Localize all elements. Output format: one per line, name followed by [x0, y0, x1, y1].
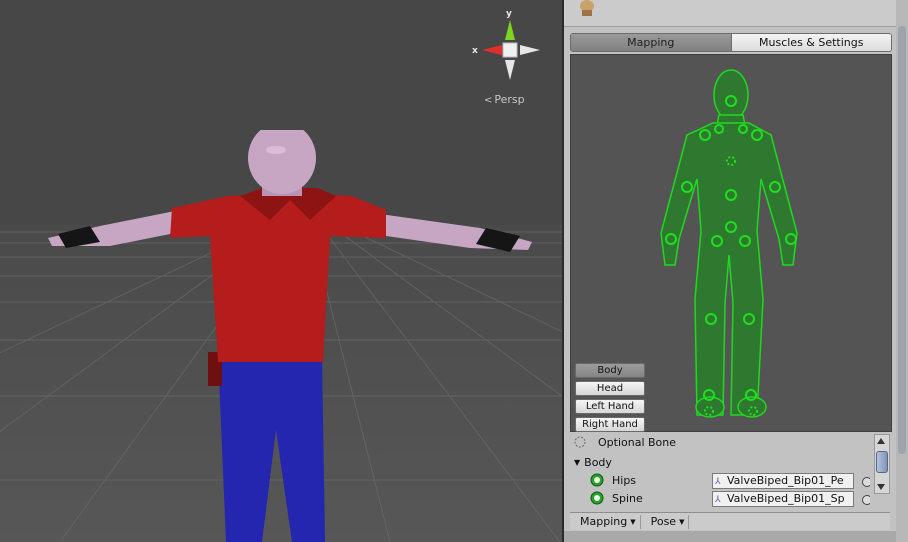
body-part-left-hand-button[interactable]: Left Hand [575, 399, 645, 414]
axis-y-label: y [506, 9, 512, 19]
transform-icon: ⅄ [715, 495, 721, 505]
bone-status-icon [590, 473, 604, 487]
inspector-footer [564, 531, 908, 542]
bone-list-scrollbar[interactable] [874, 434, 890, 494]
tab-mapping[interactable]: Mapping [571, 34, 732, 51]
scroll-thumb[interactable] [876, 451, 888, 473]
inspector-scrollbar[interactable] [896, 0, 908, 542]
foldout-arrow-icon: ▼ [574, 457, 581, 467]
projection-label: Persp [494, 93, 525, 106]
pose-dropdown[interactable]: Pose ▼ [647, 514, 690, 529]
bone-mapping-list: Optional Bone ▼ Body Hips ⅄ ValveBiped_Bi… [570, 432, 870, 510]
dropdown-arrow-icon: ▼ [679, 517, 685, 526]
inspector-panel: Mapping Muscles & Settings Body Head Lef… [564, 0, 908, 542]
avatar-config-tabs: Mapping Muscles & Settings [570, 33, 892, 52]
bone-row-spine: Spine [590, 489, 643, 507]
object-picker-icon[interactable] [862, 495, 870, 505]
body-part-body-button[interactable]: Body [575, 363, 645, 378]
dropdown-arrow-icon: ▼ [630, 517, 636, 526]
inspector-header [564, 0, 908, 27]
scroll-up-icon[interactable] [877, 438, 885, 444]
body-group-label: Body [584, 455, 612, 469]
projection-toggle[interactable]: < Persp [484, 93, 525, 106]
body-part-head-button[interactable]: Head [575, 381, 645, 396]
optional-bone-label: Optional Bone [598, 435, 677, 449]
optional-bone-icon [574, 436, 586, 448]
body-part-selector: Body Head Left Hand Right Hand [575, 363, 645, 435]
orientation-gizmo[interactable]: y x [470, 8, 550, 88]
scroll-down-icon[interactable] [877, 484, 885, 490]
avatar-mapping-view: Body Head Left Hand Right Hand [570, 54, 892, 432]
bone-row-hips: Hips [590, 471, 636, 489]
mapping-toolbar: Mapping ▼ Pose ▼ [570, 512, 890, 530]
inspector-scroll-thumb[interactable] [898, 26, 906, 454]
bone-object-field-hips[interactable]: ⅄ ValveBiped_Bip01_Pe [712, 473, 854, 489]
bone-object-field-spine[interactable]: ⅄ ValveBiped_Bip01_Sp [712, 491, 854, 507]
bone-name: Spine [612, 491, 643, 505]
object-picker-icon[interactable] [862, 477, 870, 487]
mapping-dropdown[interactable]: Mapping ▼ [576, 514, 641, 529]
character-model[interactable] [40, 130, 540, 542]
scene-view[interactable]: y x < Persp [0, 0, 562, 542]
chevron-left-icon: < [484, 95, 493, 106]
body-part-right-hand-button[interactable]: Right Hand [575, 417, 645, 432]
bone-status-icon [590, 491, 604, 505]
optional-bone-legend: Optional Bone [574, 433, 676, 451]
body-group-foldout[interactable]: ▼ Body [574, 453, 612, 471]
avatar-asset-icon [580, 0, 594, 16]
tab-muscles-settings[interactable]: Muscles & Settings [731, 34, 891, 51]
bone-name: Hips [612, 473, 637, 487]
transform-icon: ⅄ [715, 477, 721, 487]
axis-x-label: x [472, 46, 478, 56]
